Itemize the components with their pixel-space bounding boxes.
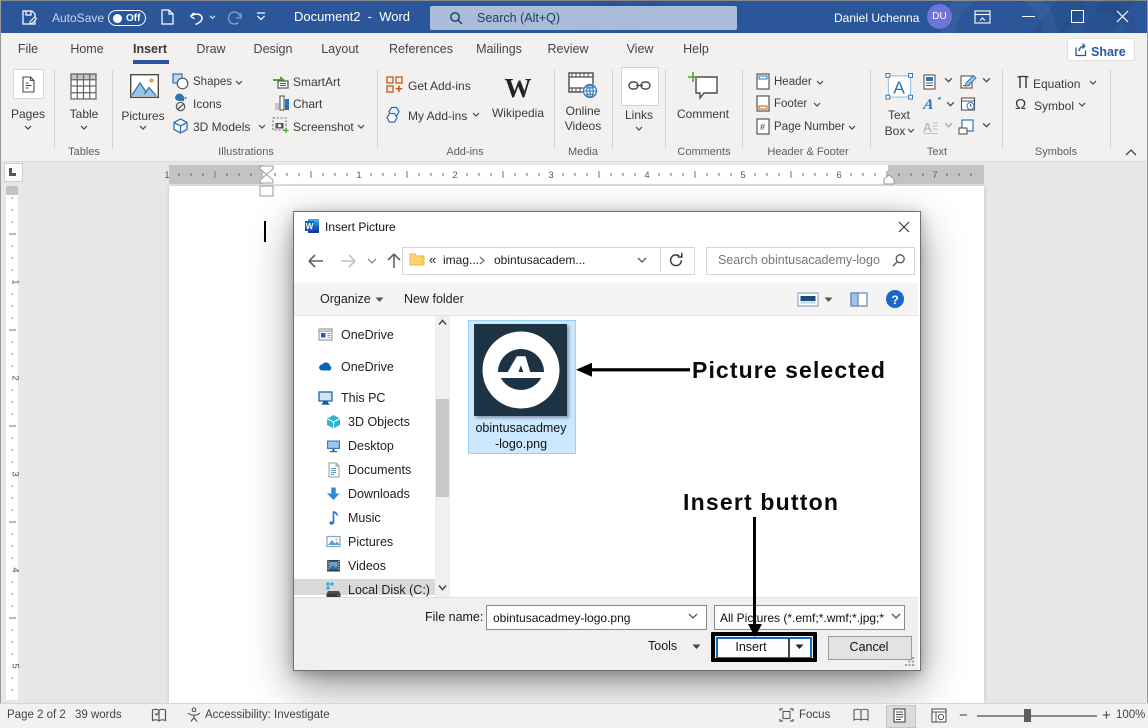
svg-text:7: 7 [932, 170, 937, 181]
svg-text:W: W [306, 222, 314, 231]
svg-text:2: 2 [452, 170, 457, 181]
svg-text:3: 3 [10, 471, 21, 476]
svg-text:1: 1 [10, 279, 21, 284]
svg-text:2: 2 [10, 375, 21, 380]
svg-text:6: 6 [836, 170, 841, 181]
svg-text:A: A [921, 97, 934, 113]
svg-text:4: 4 [644, 170, 649, 181]
svg-text:1: 1 [164, 170, 169, 181]
svg-text:4: 4 [10, 567, 21, 572]
svg-text:A: A [893, 77, 905, 97]
svg-text:1: 1 [356, 170, 361, 181]
svg-text:5: 5 [10, 663, 21, 668]
svg-text:5: 5 [740, 170, 745, 181]
svg-text:A: A [923, 120, 932, 135]
svg-text:3: 3 [548, 170, 553, 181]
svg-text:#: # [760, 122, 765, 132]
